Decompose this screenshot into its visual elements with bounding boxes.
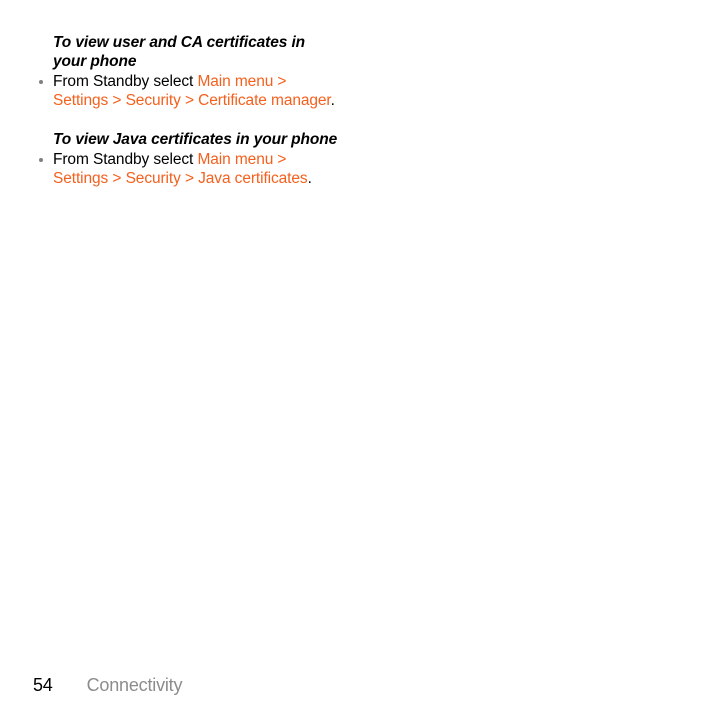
section-heading: To view Java certificates in your phone xyxy=(53,131,338,148)
list-item: From Standby select Main menu > Settings… xyxy=(33,72,341,110)
instruction-list: From Standby select Main menu > Settings… xyxy=(33,72,341,110)
instruction-lead-text: From Standby select xyxy=(53,73,198,90)
instruction-section: To view Java certificates in your phone … xyxy=(33,130,341,188)
section-heading: To view user and CA certificates in your… xyxy=(53,34,306,70)
instruction-section: To view user and CA certificates in your… xyxy=(33,33,341,110)
page-footer: 54 Connectivity xyxy=(33,674,182,696)
bullet-dot-icon xyxy=(39,158,43,162)
footer-section-name: Connectivity xyxy=(86,675,183,695)
instruction-trailing-text: . xyxy=(307,170,312,187)
list-item: From Standby select Main menu > Settings… xyxy=(33,150,341,188)
instruction-trailing-text: . xyxy=(330,92,335,109)
page-content: To view user and CA certificates in your… xyxy=(33,33,341,188)
instruction-list: From Standby select Main menu > Settings… xyxy=(33,150,341,188)
bullet-dot-icon xyxy=(39,80,43,84)
document-page: To view user and CA certificates in your… xyxy=(0,0,721,721)
page-number: 54 xyxy=(33,675,53,695)
instruction-lead-text: From Standby select xyxy=(53,151,198,168)
